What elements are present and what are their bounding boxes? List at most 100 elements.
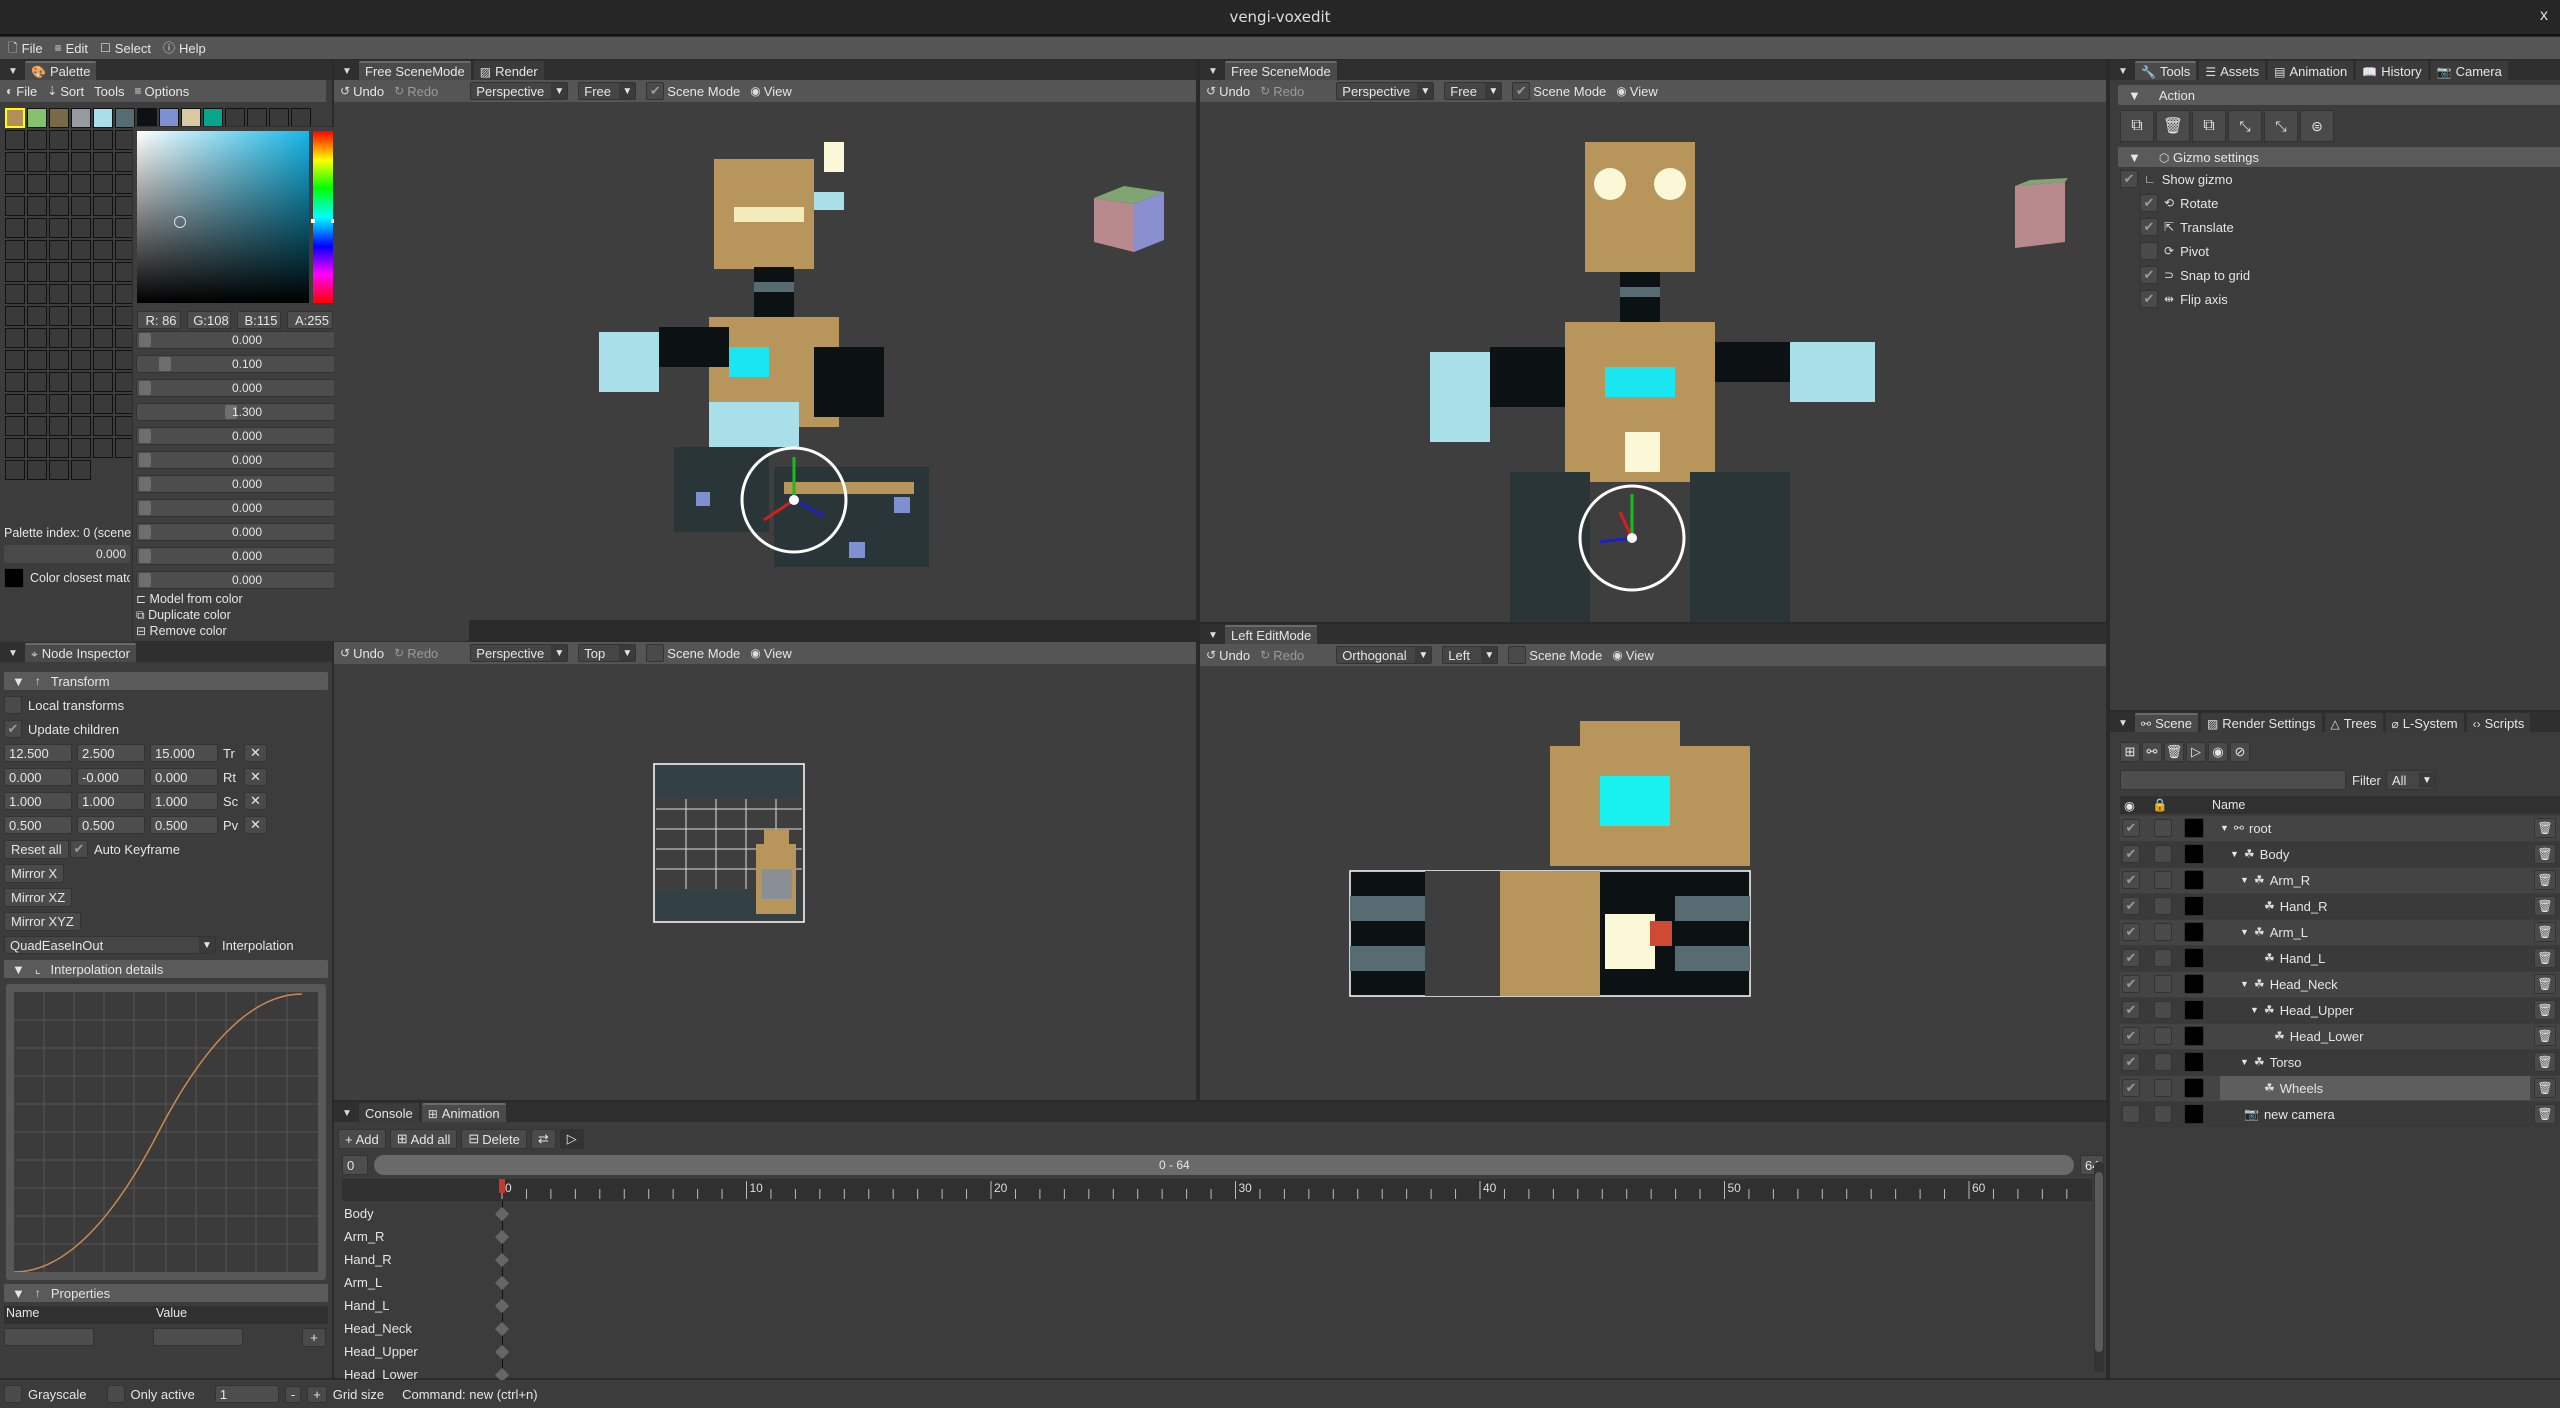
model-from-color-button[interactable]: ⊏ Model from color [136, 591, 243, 607]
orientation-cube[interactable] [2015, 178, 2068, 248]
palette-options-menu[interactable]: ≡ Options [134, 84, 189, 99]
scrollbar-thumb[interactable] [2095, 1172, 2103, 1352]
gizmo-option-checkbox[interactable]: ✔ [2140, 218, 2158, 236]
delete-node-button[interactable]: 🗑 [2164, 742, 2184, 762]
palette-cell[interactable] [5, 130, 25, 150]
expand-icon[interactable]: ▼ [2250, 1005, 2259, 1015]
material-slider-indexOfRefraction[interactable]: 1.300 [136, 403, 358, 421]
camera-mode-select[interactable]: Perspective ▼ [470, 644, 569, 662]
dock-toggle-icon[interactable]: ▼ [2114, 62, 2132, 80]
picker-cursor[interactable] [174, 216, 186, 228]
scene-node-label[interactable]: ☘ Head_Lower [2220, 1024, 2363, 1048]
gizmo-option-flip-axis[interactable]: ✔ ⇹ Flip axis [2140, 290, 2228, 308]
tab-node-inspector[interactable]: ⌖ Node Inspector [25, 643, 136, 662]
property-value-input[interactable] [153, 1328, 243, 1346]
palette-cell[interactable] [49, 240, 69, 260]
palette-swatch[interactable] [137, 108, 157, 128]
palette-cell[interactable] [93, 152, 113, 172]
slider-knob[interactable] [139, 333, 151, 347]
material-slider-emit[interactable]: 0.000 [136, 475, 358, 493]
palette-swatch[interactable] [27, 108, 47, 128]
palette-cell[interactable] [27, 416, 47, 436]
view-menu[interactable]: ◉ View [750, 84, 791, 99]
material-slider-glossiness[interactable]: 0.000 [136, 571, 358, 589]
tab-animation[interactable]: ⊞ Animation [421, 1103, 506, 1122]
palette-cell[interactable] [49, 372, 69, 392]
visibility-checkbox[interactable]: ✔ [2122, 897, 2140, 915]
palette-swatch[interactable] [181, 108, 201, 128]
track-label[interactable]: Hand_L [344, 1298, 390, 1313]
view-direction-select[interactable]: Free ▼ [1444, 82, 1503, 100]
duplicate-color-button[interactable]: ⧉ Duplicate color [136, 607, 243, 623]
view-direction-select[interactable]: Left ▼ [1442, 646, 1499, 664]
palette-tools-menu[interactable]: Tools [94, 84, 124, 99]
palette-cell[interactable] [5, 306, 25, 326]
palette-cell[interactable] [71, 262, 91, 282]
scene-node-row[interactable]: ✔ ▼ ☘ Arm_L 🗑 [2120, 920, 2560, 945]
gizmo-option-rotate[interactable]: ✔ ⟲ Rotate [2140, 194, 2218, 212]
lock-checkbox[interactable] [2154, 871, 2172, 889]
lock-checkbox[interactable] [2154, 949, 2172, 967]
palette-cell[interactable] [5, 284, 25, 304]
keyframe-marker[interactable] [494, 1298, 510, 1314]
palette-cell[interactable] [93, 130, 113, 150]
palette-cell[interactable] [27, 196, 47, 216]
tab-trees[interactable]: △ Trees [2324, 713, 2383, 732]
palette-cell[interactable] [71, 284, 91, 304]
visibility-checkbox[interactable] [2122, 1105, 2140, 1123]
visibility-checkbox[interactable]: ✔ [2122, 1053, 2140, 1071]
add-keyframe-button[interactable]: + Add [338, 1129, 386, 1149]
palette-cell[interactable] [93, 240, 113, 260]
tab-camera[interactable]: 📷 Camera [2430, 61, 2508, 80]
view-menu[interactable]: ◉ View [1616, 84, 1657, 99]
scene-search-input[interactable] [2120, 770, 2346, 790]
tab-free-scenemode[interactable]: Free SceneMode [359, 61, 471, 80]
palette-cell[interactable] [71, 328, 91, 348]
palette-cell[interactable] [93, 372, 113, 392]
lock-checkbox[interactable] [2154, 1079, 2172, 1097]
track-label[interactable]: Body [344, 1206, 374, 1221]
red-field[interactable]: R: 86 [137, 311, 181, 329]
update-children-option[interactable]: ✔ Update children [4, 720, 119, 738]
transform-tr-z-input[interactable]: 15.000 [150, 744, 218, 762]
palette-cell[interactable] [27, 372, 47, 392]
palette-cell[interactable] [49, 306, 69, 326]
lock-checkbox[interactable] [2154, 923, 2172, 941]
scene-mode-toggle[interactable]: ✔ Scene Mode [1512, 82, 1606, 100]
tab-scene[interactable]: ⚯ Scene [2135, 713, 2198, 732]
undo-button[interactable]: ↺ Undo [340, 84, 384, 99]
center-reference-button[interactable]: ⤡ [2264, 110, 2298, 142]
palette-cell[interactable] [93, 416, 113, 436]
palette-cell[interactable] [71, 174, 91, 194]
tab-render[interactable]: ▨ Render [473, 61, 544, 80]
reset-sc-button[interactable]: ✕ [244, 792, 267, 810]
current-frame-marker[interactable] [499, 1179, 505, 1193]
slider-knob[interactable] [139, 453, 151, 467]
frame-range-slider[interactable]: 0 - 64 [374, 1155, 2074, 1175]
camera-mode-select[interactable]: Perspective ▼ [470, 82, 569, 100]
palette-swatch[interactable] [203, 108, 223, 128]
palette-swatch[interactable] [159, 108, 179, 128]
play-button[interactable]: ▷ [2186, 742, 2206, 762]
alpha-field[interactable]: A:255 [287, 311, 333, 329]
material-slider-specular[interactable]: 0.000 [136, 379, 358, 397]
delete-node-button[interactable]: 🗑 [2534, 1000, 2556, 1020]
slider-knob[interactable] [139, 525, 151, 539]
visibility-checkbox[interactable]: ✔ [2122, 1027, 2140, 1045]
palette-cell[interactable] [5, 394, 25, 414]
timeline-ruler[interactable]: 0 10 20 30 40 50 60 [342, 1179, 2092, 1201]
transform-tr-x-input[interactable]: 12.500 [4, 744, 72, 762]
redo-button[interactable]: ↻ Redo [1260, 84, 1304, 99]
dock-toggle-icon[interactable]: ▼ [4, 62, 22, 80]
palette-cell[interactable] [71, 372, 91, 392]
reset-all-button[interactable]: Reset all [4, 840, 69, 859]
visibility-checkbox[interactable]: ✔ [2122, 819, 2140, 837]
scene-node-row[interactable]: ✔ ▼ ☘ Head_Upper 🗑 [2120, 998, 2560, 1023]
interpolation-select[interactable]: QuadEaseInOut ▼ [4, 936, 216, 954]
action-header[interactable]: ▼ Action [2118, 85, 2560, 105]
delete-node-button[interactable]: 🗑 [2534, 870, 2556, 890]
palette-cell[interactable] [27, 218, 47, 238]
palette-swatch[interactable] [93, 108, 113, 128]
transform-pv-y-input[interactable]: 0.500 [77, 816, 145, 834]
palette-cell[interactable] [71, 130, 91, 150]
